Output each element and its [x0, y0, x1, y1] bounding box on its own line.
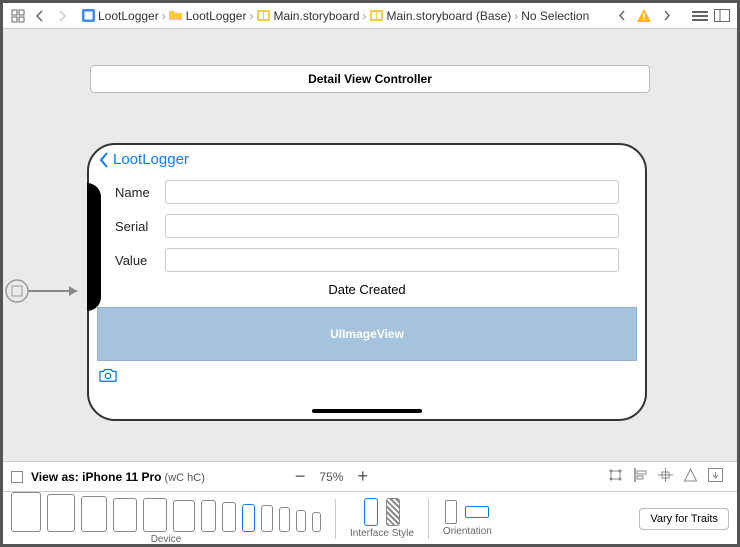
viewas-checkbox[interactable]	[11, 471, 23, 483]
name-label: Name	[115, 185, 165, 200]
chevron-left-icon	[99, 152, 109, 168]
device-iphone-4s[interactable]	[312, 512, 321, 532]
zoom-controls: − 75% +	[295, 466, 368, 487]
uiimageview-placeholder[interactable]: UIImageView	[97, 307, 637, 361]
form-row-value: Value	[115, 248, 619, 272]
interface-style-label: Interface Style	[350, 528, 414, 539]
project-icon	[81, 9, 95, 23]
device-picker	[11, 492, 321, 532]
resolve-icon[interactable]	[683, 468, 698, 485]
separator	[428, 499, 429, 539]
chevron-right-icon: ›	[363, 9, 367, 23]
forward-button[interactable]	[53, 7, 71, 25]
embed-in-icon[interactable]	[708, 468, 723, 485]
breadcrumb-item-storyboard-base[interactable]: Main.storyboard (Base)	[370, 9, 512, 23]
orientation-picker	[445, 500, 489, 524]
storyboard-icon	[370, 9, 384, 23]
outline-toggle-icon[interactable]	[691, 7, 709, 25]
imageview-label: UIImageView	[330, 327, 404, 341]
interface-dark[interactable]	[386, 498, 400, 526]
breadcrumb-label: LootLogger	[186, 9, 247, 23]
device-iphone-max[interactable]	[201, 500, 216, 532]
breadcrumb-item-noselection[interactable]: No Selection	[521, 9, 589, 23]
form-area: Name Serial Value Date Created	[89, 174, 645, 297]
breadcrumb-label: Main.storyboard (Base)	[387, 9, 512, 23]
device-ipad-mini[interactable]	[173, 500, 195, 532]
value-label: Value	[115, 253, 165, 268]
home-indicator	[312, 409, 422, 413]
pin-icon[interactable]	[658, 468, 673, 485]
nav-back-button[interactable]: LootLogger	[89, 145, 645, 174]
device-ipad-9-2[interactable]	[143, 498, 167, 532]
back-button[interactable]	[31, 7, 49, 25]
folder-icon	[169, 9, 183, 23]
path-toolbar: LootLogger › LootLogger › Main.storyboar…	[3, 3, 737, 29]
device-iphone-8[interactable]	[279, 507, 290, 532]
interface-light[interactable]	[364, 498, 378, 526]
breadcrumb-item-storyboard[interactable]: Main.storyboard	[256, 9, 359, 23]
breadcrumb-item-folder[interactable]: LootLogger	[169, 9, 247, 23]
chevron-right-icon: ›	[249, 9, 253, 23]
breadcrumb: LootLogger › LootLogger › Main.storyboar…	[81, 9, 589, 23]
zoom-in-button[interactable]: +	[357, 466, 368, 487]
related-items-icon[interactable]	[9, 7, 27, 25]
form-row-name: Name	[115, 180, 619, 204]
scene-arrow	[3, 277, 87, 320]
issue-next-button[interactable]	[657, 7, 675, 25]
device-ipad-10[interactable]	[81, 496, 107, 532]
breadcrumb-item-project[interactable]: LootLogger	[81, 9, 159, 23]
interface-style-picker	[364, 498, 400, 526]
viewas-bar: View as: iPhone 11 Pro (wC hC) − 75% +	[3, 461, 737, 491]
phone-bottom-toolbar	[89, 361, 645, 392]
align-icon[interactable]	[633, 468, 648, 485]
separator	[335, 499, 336, 539]
nav-back-label: LootLogger	[113, 151, 189, 168]
canvas-options	[608, 468, 723, 485]
chevron-right-icon: ›	[162, 9, 166, 23]
orientation-landscape[interactable]	[465, 506, 489, 518]
issue-prev-button[interactable]	[613, 7, 631, 25]
notch	[87, 183, 101, 311]
device-ipad-9[interactable]	[113, 498, 137, 532]
device-section-label: Device	[151, 534, 182, 545]
device-bar: Device Interface Style Orientation Vary …	[3, 491, 737, 545]
device-iphone-11-pro[interactable]	[242, 504, 255, 532]
storyboard-icon	[256, 9, 270, 23]
breadcrumb-label: No Selection	[521, 9, 589, 23]
warning-icon[interactable]	[635, 7, 653, 25]
phone-frame[interactable]: LootLogger Name Serial Value Date Create…	[87, 143, 647, 421]
adjust-editor-icon[interactable]	[713, 7, 731, 25]
device-ipad-12[interactable]	[11, 492, 41, 532]
chevron-right-icon: ›	[514, 9, 518, 23]
vary-for-traits-button[interactable]: Vary for Traits	[639, 508, 729, 530]
date-created-label: Date Created	[115, 282, 619, 297]
serial-label: Serial	[115, 219, 165, 234]
scene-title-bar[interactable]: Detail View Controller	[90, 65, 650, 93]
breadcrumb-label: LootLogger	[98, 9, 159, 23]
orientation-portrait[interactable]	[445, 500, 457, 524]
viewas-label[interactable]: View as: iPhone 11 Pro (wC hC)	[31, 470, 205, 484]
zoom-out-button[interactable]: −	[295, 466, 306, 487]
device-iphone-se[interactable]	[296, 510, 306, 532]
device-iphone-11[interactable]	[222, 502, 236, 532]
form-row-serial: Serial	[115, 214, 619, 238]
breadcrumb-label: Main.storyboard	[273, 9, 359, 23]
value-input[interactable]	[165, 248, 619, 272]
camera-icon[interactable]	[99, 367, 117, 386]
embed-icon[interactable]	[608, 468, 623, 485]
serial-input[interactable]	[165, 214, 619, 238]
name-input[interactable]	[165, 180, 619, 204]
device-ipad-11[interactable]	[47, 494, 75, 532]
ib-canvas[interactable]: Detail View Controller LootLogger Name S…	[3, 29, 737, 461]
scene-title: Detail View Controller	[308, 72, 432, 86]
zoom-level[interactable]: 75%	[319, 470, 343, 484]
device-iphone-8-plus[interactable]	[261, 505, 273, 532]
orientation-label: Orientation	[443, 526, 492, 537]
